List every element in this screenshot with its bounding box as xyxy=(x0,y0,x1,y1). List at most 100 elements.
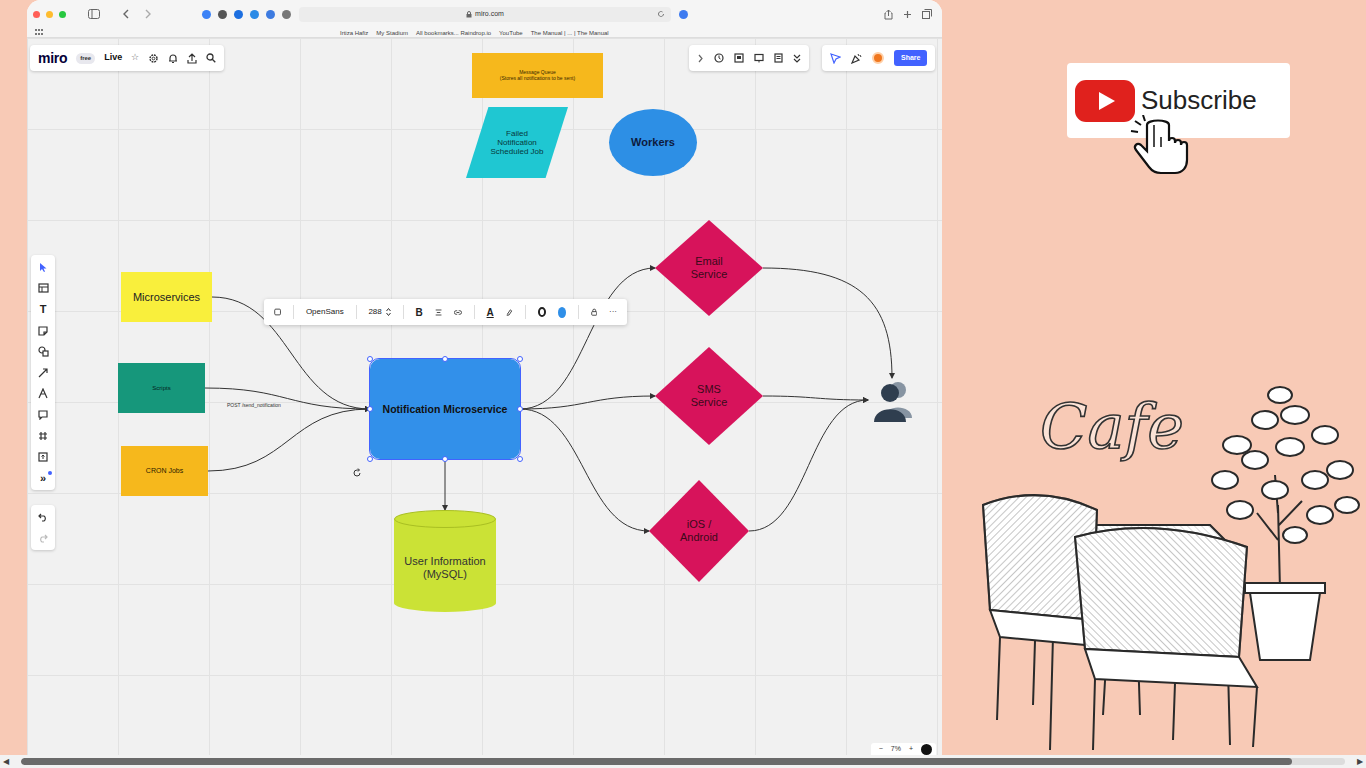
fill-color-button[interactable] xyxy=(558,307,566,318)
shapes-tool[interactable] xyxy=(33,344,53,360)
minimize-button[interactable] xyxy=(46,11,53,18)
font-size-field[interactable]: 288 xyxy=(368,306,390,318)
resize-handle[interactable] xyxy=(517,356,523,362)
diagram-node[interactable]: Message Queue (Stores all notifications … xyxy=(472,53,603,98)
upload-tool[interactable] xyxy=(33,449,53,465)
edge-label[interactable]: POST /send_notification xyxy=(227,402,281,410)
diagram-node[interactable]: SMS Service xyxy=(655,347,763,445)
link-icon[interactable] xyxy=(454,308,462,317)
lock-icon[interactable] xyxy=(591,307,597,317)
more-icon[interactable] xyxy=(793,54,801,63)
extension-icon[interactable] xyxy=(218,10,227,19)
user-node[interactable] xyxy=(868,378,916,422)
stepper-icon[interactable] xyxy=(386,307,391,317)
diagram-node[interactable]: User Information (MySQL) xyxy=(394,510,496,612)
diagram-node[interactable]: Failed Notification Scheduled Job xyxy=(466,107,568,178)
bell-icon[interactable] xyxy=(168,53,178,64)
sticky-tool[interactable] xyxy=(33,323,53,339)
timer-icon[interactable] xyxy=(714,53,724,63)
help-button[interactable] xyxy=(921,744,932,755)
more-tools[interactable]: » xyxy=(33,470,53,487)
reactions-icon[interactable] xyxy=(851,53,862,64)
zoom-level[interactable]: 7% xyxy=(891,744,901,755)
bookmark[interactable]: Irtiza Hafiz xyxy=(340,29,368,37)
connector[interactable] xyxy=(520,396,655,409)
diagram-node[interactable]: Scripts xyxy=(118,363,205,413)
resize-handle[interactable] xyxy=(367,356,373,362)
extension-icon[interactable] xyxy=(282,10,291,19)
extension-icon[interactable] xyxy=(202,10,211,19)
rotate-icon[interactable] xyxy=(352,468,362,478)
tabs-icon[interactable] xyxy=(922,9,932,19)
miro-logo[interactable]: miro xyxy=(38,48,67,69)
board-canvas[interactable]: miro free Live ☆ Share xyxy=(27,38,942,755)
bookmark[interactable]: My Stadium xyxy=(376,29,408,37)
extension-icon[interactable] xyxy=(234,10,243,19)
resize-handle[interactable] xyxy=(442,356,448,362)
connector[interactable] xyxy=(763,268,892,378)
highlighter-icon[interactable] xyxy=(506,307,513,317)
select-tool[interactable] xyxy=(33,259,53,275)
connector[interactable] xyxy=(749,400,868,531)
connector[interactable] xyxy=(208,409,370,471)
zoom-out-button[interactable]: − xyxy=(879,744,883,755)
font-select[interactable]: OpenSans xyxy=(306,306,344,318)
diagram-node[interactable]: iOS / Android xyxy=(649,480,749,582)
present-icon[interactable] xyxy=(754,53,764,63)
more-options-button[interactable]: ··· xyxy=(609,306,617,318)
grid-icon[interactable] xyxy=(35,29,43,36)
share-button[interactable]: Share xyxy=(894,50,927,67)
bookmark[interactable]: YouTube xyxy=(499,29,523,37)
comment-tool[interactable] xyxy=(33,407,53,423)
connector[interactable] xyxy=(212,297,370,409)
reload-icon[interactable] xyxy=(657,10,665,18)
resize-handle[interactable] xyxy=(367,456,373,462)
board-name[interactable]: Live xyxy=(104,51,122,65)
templates-tool[interactable] xyxy=(33,280,53,296)
cursor-icon[interactable] xyxy=(830,53,841,64)
border-style-button[interactable] xyxy=(538,307,546,317)
bookmark[interactable]: The Manual | ... | The Manual xyxy=(531,29,609,37)
scroll-thumb[interactable] xyxy=(21,758,1292,765)
share-icon[interactable] xyxy=(884,9,893,20)
diagram-node[interactable]: Workers xyxy=(609,109,697,176)
connector[interactable] xyxy=(445,459,446,510)
back-icon[interactable] xyxy=(122,9,130,19)
card-icon[interactable] xyxy=(734,53,744,63)
new-tab-icon[interactable] xyxy=(903,10,912,19)
shape-type-icon[interactable] xyxy=(274,307,281,317)
search-icon[interactable] xyxy=(206,53,216,63)
resize-handle[interactable] xyxy=(517,456,523,462)
pen-tool[interactable] xyxy=(33,386,53,402)
bold-button[interactable]: B xyxy=(416,305,423,320)
diagram-node[interactable]: Notification Microservice xyxy=(370,359,520,459)
connector[interactable] xyxy=(520,409,649,531)
diagram-node[interactable]: CRON Jobs xyxy=(121,446,208,496)
scroll-right-button[interactable]: ▶ xyxy=(1357,758,1363,766)
sidebar-icon[interactable] xyxy=(88,9,100,19)
frame-tool[interactable] xyxy=(33,428,53,444)
plan-badge[interactable]: free xyxy=(76,53,95,64)
zoom-button[interactable] xyxy=(59,11,66,18)
text-color-button[interactable]: A xyxy=(487,305,494,320)
extension-icon[interactable] xyxy=(250,10,259,19)
star-button[interactable]: ☆ xyxy=(131,51,139,65)
undo-button[interactable] xyxy=(33,509,53,525)
user-avatar[interactable] xyxy=(872,52,884,64)
chevron-icon[interactable] xyxy=(697,54,704,63)
connector[interactable] xyxy=(205,388,370,409)
forward-icon[interactable] xyxy=(144,9,152,19)
diagram-node[interactable]: Email Service xyxy=(655,220,763,316)
profile-icon[interactable] xyxy=(679,10,688,19)
bookmark[interactable]: All bookmarks... Raindrop.io xyxy=(416,29,491,37)
line-tool[interactable] xyxy=(33,365,53,381)
connector[interactable] xyxy=(520,268,655,409)
notes-icon[interactable] xyxy=(774,53,783,63)
scroll-track[interactable] xyxy=(21,758,1345,765)
gear-icon[interactable] xyxy=(148,53,159,64)
align-icon[interactable] xyxy=(435,308,442,317)
extension-icon[interactable] xyxy=(266,10,275,19)
close-button[interactable] xyxy=(33,11,40,18)
text-tool[interactable]: T xyxy=(33,301,53,318)
address-bar[interactable]: miro.com xyxy=(299,7,671,22)
